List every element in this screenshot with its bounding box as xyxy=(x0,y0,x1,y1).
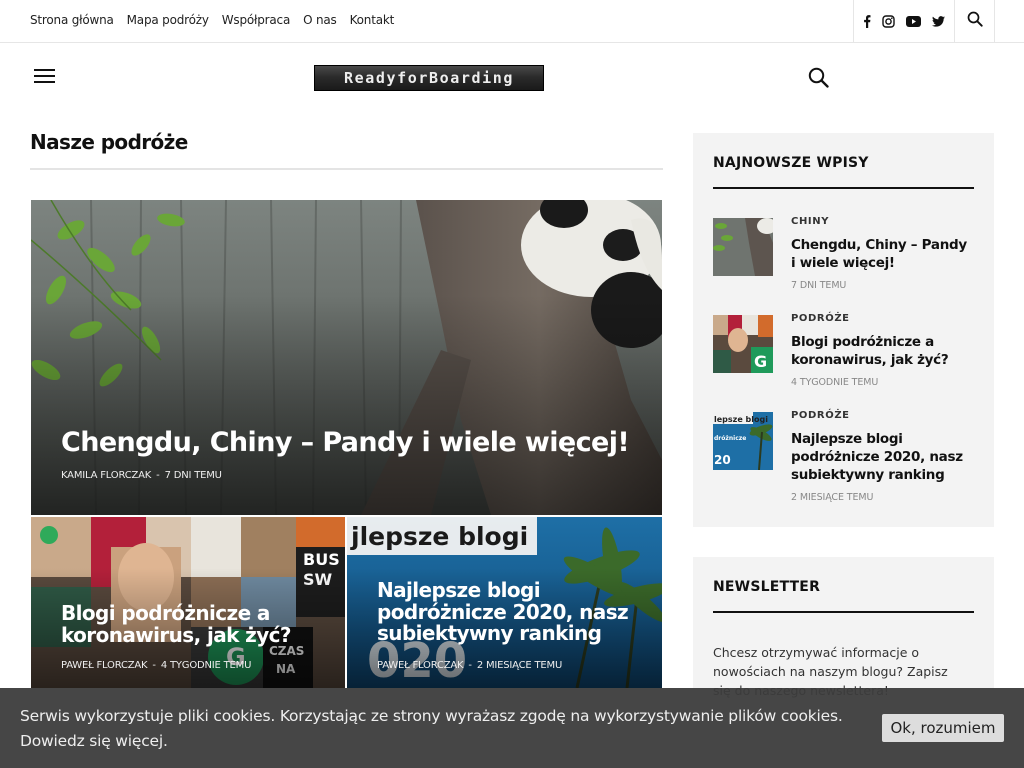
featured-post-meta: KAMILA FLORCZAK - 7 DNI TEMU xyxy=(61,470,222,481)
cookie-banner: Serwis wykorzystuje pliki cookies. Korzy… xyxy=(0,688,1024,768)
widget-heading: NEWSLETTER xyxy=(713,579,821,595)
recent-post-item[interactable]: lepsze blogi dróżnicze 20 PODRÓŻE Najlepsz… xyxy=(713,410,974,512)
section-title: Nasze podróże xyxy=(30,130,188,154)
recent-posts-widget: NAJNOWSZE WPISY CHINY Chengdu, Chiny – P… xyxy=(693,133,994,527)
post-card-meta: PAWEŁ FLORCZAK - 4 TYGODNIE TEMU xyxy=(61,660,251,671)
social-links xyxy=(853,0,955,42)
site-logo[interactable]: ReadyforBoarding xyxy=(314,65,544,91)
meta-separator: - xyxy=(152,660,156,671)
section-divider xyxy=(30,168,663,170)
post-category[interactable]: PODRÓŻE xyxy=(791,313,850,324)
top-search-button[interactable] xyxy=(955,0,995,42)
post-author[interactable]: KAMILA FLORCZAK xyxy=(61,470,151,481)
post-category[interactable]: CHINY xyxy=(791,216,829,227)
post-thumbnail[interactable] xyxy=(713,218,773,276)
nav-cooperation[interactable]: Współpraca xyxy=(222,13,291,27)
svg-text:lepsze blogi: lepsze blogi xyxy=(714,415,768,424)
nav-contact[interactable]: Kontakt xyxy=(350,13,395,27)
post-date: 7 DNI TEMU xyxy=(791,280,847,291)
search-icon[interactable] xyxy=(808,67,829,92)
post-card[interactable]: BUS SW G CZAS NA Blogi podróżnicze a kor… xyxy=(31,517,345,688)
post-title[interactable]: Blogi podróżnicze a koronawirus, jak żyć… xyxy=(791,333,971,369)
post-date: 4 TYGODNIE TEMU xyxy=(160,660,252,671)
meta-separator: - xyxy=(156,470,160,481)
recent-post-item[interactable]: CHINY Chengdu, Chiny – Pandy i wiele wię… xyxy=(713,216,974,298)
post-card-title[interactable]: Najlepsze blogi podróżnicze 2020, nasz s… xyxy=(377,579,647,645)
post-date: 7 DNI TEMU xyxy=(164,470,222,481)
post-author[interactable]: PAWEŁ FLORCZAK xyxy=(377,660,464,671)
top-nav: Strona główna Mapa podróży Współpraca O … xyxy=(30,13,394,27)
svg-text:G: G xyxy=(754,352,767,371)
post-category[interactable]: PODRÓŻE xyxy=(791,410,850,421)
facebook-icon[interactable] xyxy=(863,14,871,28)
post-title[interactable]: Chengdu, Chiny – Pandy i wiele więcej! xyxy=(791,236,971,272)
svg-text:BUS: BUS xyxy=(303,550,340,569)
widget-heading-underline xyxy=(713,187,974,189)
cookie-text: Serwis wykorzystuje pliki cookies. Korzy… xyxy=(20,704,860,754)
post-title[interactable]: Najlepsze blogi podróżnicze 2020, nasz s… xyxy=(791,430,971,484)
cookie-accept-button[interactable]: Ok, rozumiem xyxy=(882,714,1004,742)
widget-heading-underline xyxy=(713,611,974,613)
hamburger-icon[interactable] xyxy=(34,69,55,88)
svg-text:dróżnicze: dróżnicze xyxy=(714,435,746,442)
image-overlay xyxy=(31,294,662,515)
site-header: ReadyforBoarding xyxy=(0,43,1024,113)
cookie-message: Serwis wykorzystuje pliki cookies. Korzy… xyxy=(20,707,843,725)
twitter-icon[interactable] xyxy=(931,15,945,27)
post-card-title[interactable]: Blogi podróżnicze a koronawirus, jak żyć… xyxy=(61,602,301,646)
youtube-icon[interactable] xyxy=(905,15,921,27)
instagram-icon[interactable] xyxy=(882,14,895,28)
post-card-meta: PAWEŁ FLORCZAK - 2 MIESIĄCE TEMU xyxy=(377,660,562,671)
post-date: 2 MIESIĄCE TEMU xyxy=(791,492,874,503)
newsletter-widget: NEWSLETTER Chcesz otrzymywać informacje … xyxy=(693,557,994,707)
post-thumbnail[interactable]: lepsze blogi dróżnicze 20 xyxy=(713,412,773,470)
widget-heading: NAJNOWSZE WPISY xyxy=(713,155,869,171)
svg-text:20: 20 xyxy=(714,453,731,467)
post-thumbnail[interactable]: G xyxy=(713,315,773,373)
nav-about[interactable]: O nas xyxy=(303,13,337,27)
featured-post-card[interactable]: Chengdu, Chiny – Pandy i wiele więcej! K… xyxy=(31,200,662,515)
top-bar: Strona główna Mapa podróży Współpraca O … xyxy=(0,0,1024,43)
cookie-more-link[interactable]: Dowiedz się więcej. xyxy=(20,732,168,750)
post-date: 2 MIESIĄCE TEMU xyxy=(476,660,563,671)
recent-post-item[interactable]: G PODRÓŻE Blogi podróżnicze a koronawiru… xyxy=(713,313,974,395)
meta-separator: - xyxy=(468,660,472,671)
nav-travel-map[interactable]: Mapa podróży xyxy=(127,13,209,27)
search-icon xyxy=(967,11,983,31)
image-text: jlepsze blogi xyxy=(350,522,528,551)
featured-post-title[interactable]: Chengdu, Chiny – Pandy i wiele więcej! xyxy=(61,428,641,457)
post-card[interactable]: jlepsze blogi 020 Najlepsze blogi podróż… xyxy=(347,517,662,688)
post-author[interactable]: PAWEŁ FLORCZAK xyxy=(61,660,148,671)
post-date: 4 TYGODNIE TEMU xyxy=(791,377,879,388)
nav-home[interactable]: Strona główna xyxy=(30,13,114,27)
